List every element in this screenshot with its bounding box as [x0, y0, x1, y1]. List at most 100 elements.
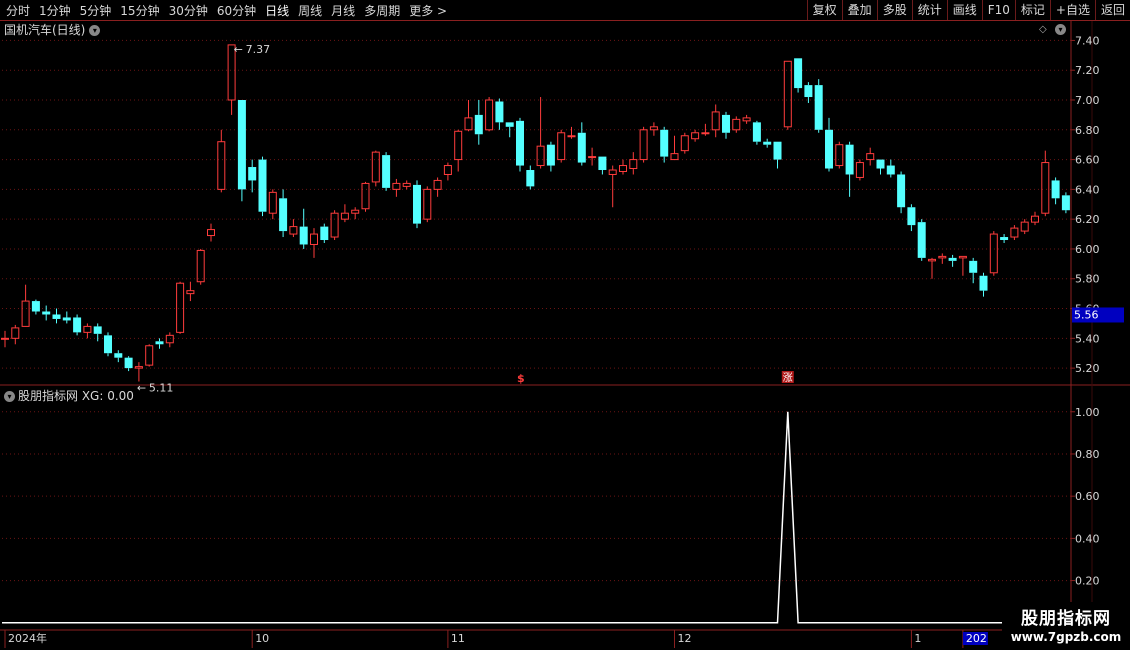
candle-body-10 — [104, 335, 112, 354]
candle-92 — [948, 254, 957, 267]
main-grid — [2, 39, 1071, 369]
high-price-label: 7.37 — [246, 43, 271, 56]
candle-52 — [536, 97, 545, 169]
candle-33 — [340, 204, 349, 223]
chart-canvas[interactable]: 5.205.405.605.806.006.206.406.606.807.00… — [0, 0, 1130, 650]
candle-body-31 — [320, 226, 329, 241]
candle-body-16 — [165, 334, 174, 344]
candle-body-58 — [598, 156, 607, 171]
candle-102 — [1051, 177, 1060, 205]
candle-body-59 — [608, 169, 617, 175]
candle-85 — [876, 159, 885, 175]
x-tick-label-2: 11 — [451, 632, 465, 645]
candle-body-69 — [711, 111, 720, 131]
candle-body-83 — [855, 162, 864, 178]
candle-body-9 — [93, 326, 102, 334]
main-y-tick-label-0: 5.20 — [1075, 362, 1100, 375]
candle-body-87 — [897, 174, 906, 208]
main-y-tick-label-9: 7.00 — [1075, 94, 1100, 107]
signal-marker-dollar: $ — [517, 372, 525, 385]
candle-body-26 — [268, 191, 277, 214]
candle-body-101 — [1041, 162, 1050, 214]
signal-marker-rise: 涨 — [783, 372, 793, 384]
candle-56 — [577, 122, 586, 166]
candle-40 — [413, 180, 421, 229]
candle-30 — [310, 228, 318, 258]
candle-61 — [629, 152, 638, 175]
candle-7 — [73, 314, 82, 336]
candle-body-68 — [701, 132, 710, 135]
candle-body-45 — [464, 117, 473, 131]
candle-98 — [1010, 225, 1019, 241]
candle-67 — [691, 129, 700, 142]
candle-17 — [176, 281, 185, 334]
candle-71 — [732, 116, 741, 133]
candle-body-81 — [835, 144, 844, 167]
candle-37 — [382, 152, 391, 191]
candle-body-21 — [217, 141, 226, 190]
candle-0 — [1, 330, 9, 348]
candle-72 — [742, 114, 751, 124]
candle-36 — [371, 150, 380, 187]
candle-99 — [1020, 219, 1029, 235]
ind-y-tick-label-0: 0.20 — [1075, 575, 1100, 588]
candle-body-98 — [1010, 227, 1019, 238]
candle-28 — [289, 219, 298, 238]
candle-body-2 — [21, 300, 30, 327]
candle-95 — [979, 272, 988, 297]
candle-body-65 — [670, 153, 679, 161]
candle-69 — [711, 104, 720, 138]
candle-94 — [969, 257, 978, 284]
candle-35 — [361, 181, 370, 212]
candle-75 — [773, 141, 782, 169]
candle-body-54 — [557, 132, 566, 161]
candle-12 — [124, 356, 133, 372]
candle-23 — [237, 100, 246, 202]
candle-11 — [114, 350, 123, 363]
candle-body-52 — [536, 145, 545, 167]
candle-45 — [464, 100, 473, 132]
candle-76 — [783, 60, 792, 130]
xg-series — [2, 411, 1070, 624]
candle-body-78 — [804, 85, 813, 98]
candle-body-43 — [443, 165, 452, 175]
candle-body-49 — [505, 122, 514, 127]
candle-body-23 — [237, 100, 246, 190]
main-y-tick-label-11: 7.40 — [1075, 34, 1100, 47]
candle-89 — [917, 219, 926, 261]
candle-4 — [42, 305, 51, 321]
candle-body-40 — [413, 184, 421, 224]
candle-42 — [433, 177, 442, 197]
low-arrow-icon: ← — [137, 382, 146, 395]
candle-90 — [928, 257, 936, 279]
candle-103 — [1061, 192, 1070, 214]
candle-body-89 — [917, 222, 926, 258]
candle-18 — [186, 281, 195, 302]
candle-93 — [958, 255, 967, 276]
candle-body-99 — [1020, 221, 1029, 232]
candle-body-18 — [186, 290, 195, 295]
candle-body-71 — [732, 118, 741, 131]
main-y-ticks: 5.205.405.605.806.006.206.406.606.807.00… — [1071, 34, 1100, 375]
candle-body-48 — [495, 101, 504, 123]
candle-3 — [31, 299, 40, 315]
candle-body-14 — [145, 345, 154, 366]
candle-46 — [474, 100, 483, 145]
candle-body-56 — [577, 132, 586, 163]
candle-100 — [1031, 211, 1039, 226]
candle-body-53 — [546, 144, 555, 166]
candle-97 — [1000, 234, 1009, 243]
candle-body-92 — [948, 257, 957, 261]
candle-19 — [196, 248, 205, 285]
candle-body-73 — [752, 122, 761, 142]
candle-body-57 — [588, 156, 597, 159]
candle-87 — [897, 171, 906, 214]
candle-body-35 — [361, 182, 370, 210]
candle-body-67 — [691, 132, 700, 140]
candle-8 — [83, 323, 92, 339]
main-y-tick-label-3: 5.80 — [1075, 273, 1100, 286]
candle-55 — [567, 126, 576, 139]
candle-body-33 — [340, 212, 349, 220]
candle-54 — [557, 129, 566, 163]
candle-body-28 — [289, 226, 298, 235]
